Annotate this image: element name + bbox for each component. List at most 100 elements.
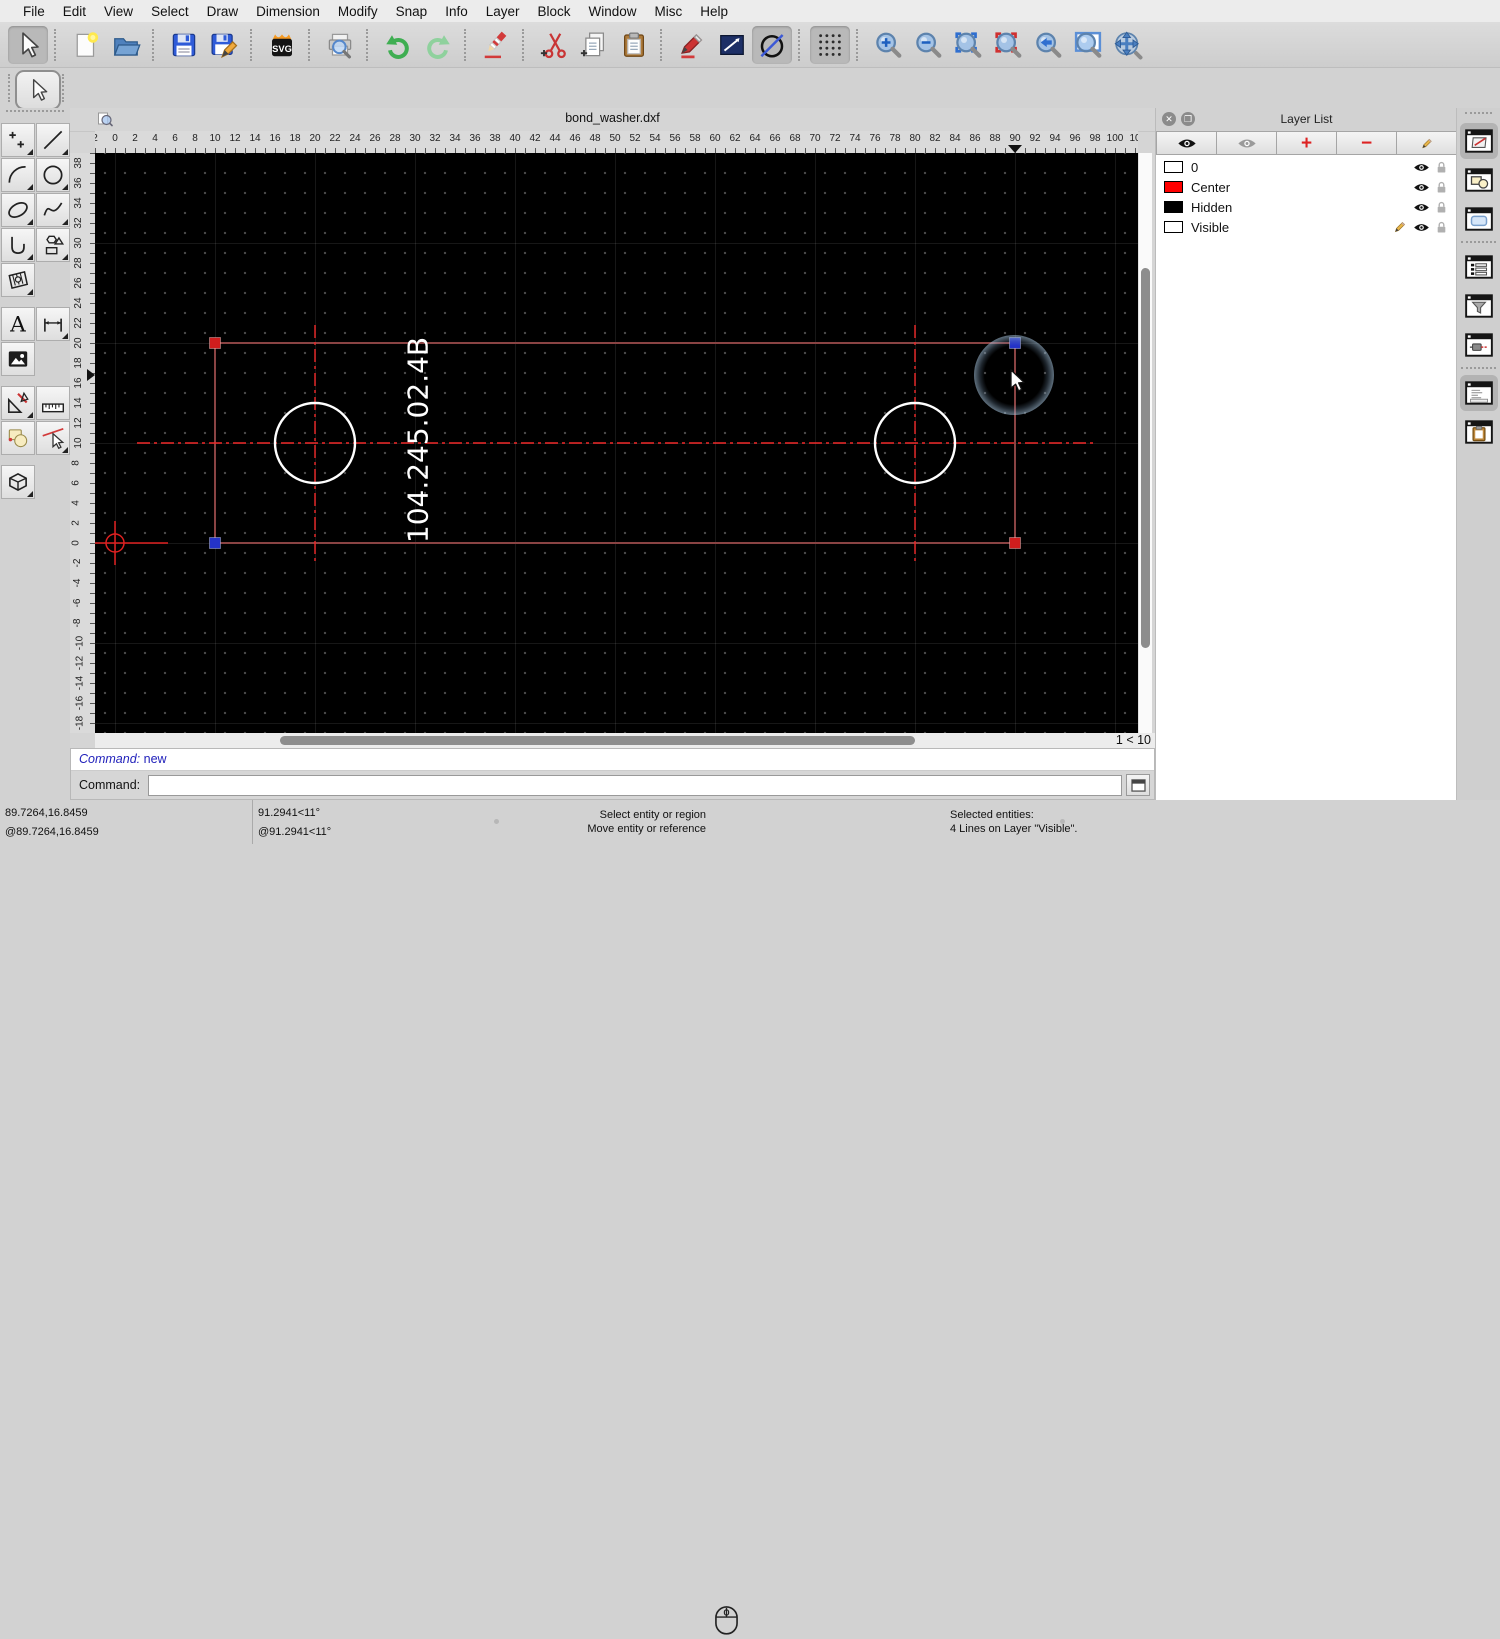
layer-lock-icon[interactable] — [1436, 161, 1447, 174]
dock-layer-list-button[interactable] — [1459, 123, 1498, 159]
remove-layer-button[interactable]: − — [1337, 131, 1397, 155]
menu-layer[interactable]: Layer — [477, 4, 529, 19]
tool-measure-button[interactable] — [35, 385, 70, 420]
dock-library-browser-button[interactable] — [1460, 201, 1498, 237]
new-file-button[interactable] — [66, 26, 106, 64]
undo-button[interactable] — [378, 26, 418, 64]
tool-cube-button[interactable] — [0, 464, 35, 499]
command-options-button[interactable] — [1126, 774, 1150, 796]
circle-attributes-button[interactable] — [752, 25, 792, 64]
layer-lock-icon[interactable] — [1436, 221, 1447, 234]
show-all-eye-button[interactable] — [1156, 131, 1217, 155]
save-button[interactable] — [164, 26, 204, 64]
menu-snap[interactable]: Snap — [387, 4, 437, 19]
dock-clipboard-dock-button[interactable] — [1460, 414, 1498, 450]
menu-file[interactable]: File — [14, 4, 54, 19]
dock-block-list-button[interactable] — [1460, 162, 1498, 198]
selection-handle[interactable] — [209, 337, 221, 349]
layer-visibility-eye-icon[interactable] — [1413, 222, 1430, 233]
selection-handle[interactable] — [209, 537, 221, 549]
zoom-previous-button[interactable] — [1028, 26, 1068, 64]
palette-drag-handle[interactable] — [6, 110, 64, 120]
vertical-scrollbar[interactable] — [1138, 153, 1152, 733]
zoom-out-button[interactable] — [908, 26, 948, 64]
layer-lock-icon[interactable] — [1436, 181, 1447, 194]
menu-block[interactable]: Block — [529, 4, 580, 19]
v-ruler-label: 6 — [70, 480, 82, 486]
zoom-pan-button[interactable] — [1108, 26, 1148, 64]
menu-modify[interactable]: Modify — [329, 4, 387, 19]
tool-polyline-button[interactable] — [0, 227, 35, 262]
dock-drag-handle[interactable] — [1465, 112, 1492, 120]
pen-attributes-button[interactable] — [672, 26, 712, 64]
menu-misc[interactable]: Misc — [646, 4, 692, 19]
menu-edit[interactable]: Edit — [54, 4, 95, 19]
layer-row-center[interactable]: Center — [1156, 177, 1457, 197]
part-number-label[interactable]: 104.245.02.4B — [402, 337, 435, 543]
select-tool-button[interactable] — [15, 70, 61, 110]
v-ruler-label: -8 — [71, 618, 83, 628]
layer-visibility-eye-icon[interactable] — [1413, 182, 1430, 193]
add-layer-button[interactable]: + — [1277, 131, 1337, 155]
tool-shapes-button[interactable] — [35, 227, 70, 262]
tool-ellipse-button[interactable] — [0, 192, 35, 227]
tool-spline-button[interactable] — [35, 192, 70, 227]
layer-row-visible[interactable]: Visible — [1156, 217, 1457, 237]
menu-select[interactable]: Select — [142, 4, 198, 19]
cut-button[interactable] — [534, 26, 574, 64]
menu-window[interactable]: Window — [580, 4, 646, 19]
print-preview-button[interactable] — [320, 26, 360, 64]
command-input[interactable] — [148, 774, 1122, 796]
tool-select-entity-button[interactable] — [35, 420, 70, 455]
tool-dimension-button[interactable] — [35, 306, 70, 341]
menu-help[interactable]: Help — [691, 4, 737, 19]
layer-visibility-eye-icon[interactable] — [1413, 202, 1430, 213]
select-arrow-button[interactable] — [8, 25, 48, 64]
layer-lock-icon[interactable] — [1436, 201, 1447, 214]
layer-visibility-eye-icon[interactable] — [1413, 162, 1430, 173]
tool-line-button[interactable] — [35, 122, 70, 157]
dock-selection-filter-button[interactable] — [1460, 288, 1498, 324]
grid-toggle-button[interactable] — [810, 25, 850, 64]
dock-command-line-button[interactable] — [1459, 375, 1498, 411]
dock-pen-palette-button[interactable] — [1460, 327, 1498, 363]
svg-export-button[interactable]: SVG — [262, 26, 302, 64]
redo-button[interactable] — [418, 26, 458, 64]
zoom-window-button[interactable] — [1068, 26, 1108, 64]
toolbar-drag-handle[interactable] — [62, 74, 66, 102]
zoom-select-button[interactable] — [988, 26, 1028, 64]
horizontal-scrollbar-thumb[interactable] — [280, 736, 915, 745]
tool-arc-button[interactable] — [0, 157, 35, 192]
tool-text-button[interactable]: A — [0, 306, 35, 341]
zoom-auto-button[interactable] — [948, 26, 988, 64]
menu-info[interactable]: Info — [436, 4, 477, 19]
submenu-indicator — [61, 253, 68, 260]
tool-circle-button[interactable] — [35, 157, 70, 192]
layer-row-hidden[interactable]: Hidden — [1156, 197, 1457, 217]
tool-points-button[interactable] — [0, 122, 35, 157]
paste-button[interactable] — [614, 26, 654, 64]
line-attributes-button[interactable] — [712, 26, 752, 64]
toolbar-drag-handle[interactable] — [8, 74, 12, 102]
tool-order-button[interactable] — [0, 420, 35, 455]
copy-button[interactable] — [574, 26, 614, 64]
menu-draw[interactable]: Draw — [198, 4, 248, 19]
drawing-canvas[interactable]: 104.245.02.4B — [95, 153, 1138, 733]
hide-all-eye-button[interactable] — [1217, 131, 1277, 155]
delete-button[interactable] — [476, 26, 516, 64]
menu-dimension[interactable]: Dimension — [247, 4, 329, 19]
open-file-button[interactable] — [106, 26, 146, 64]
zoom-in-button[interactable] — [868, 26, 908, 64]
tool-image-button[interactable] — [0, 341, 35, 376]
edit-layer-button[interactable] — [1397, 131, 1457, 155]
tool-hatch-button[interactable] — [0, 262, 35, 297]
text-icon: A — [9, 312, 26, 336]
horizontal-scrollbar[interactable] — [95, 733, 1105, 748]
tool-modify-button[interactable] — [0, 385, 35, 420]
menu-view[interactable]: View — [95, 4, 142, 19]
dock-entity-list-button[interactable] — [1460, 249, 1498, 285]
selection-handle[interactable] — [1009, 537, 1021, 549]
save-as-button[interactable] — [204, 26, 244, 64]
layer-row-0[interactable]: 0 — [1156, 157, 1457, 177]
vertical-scrollbar-thumb[interactable] — [1141, 268, 1150, 648]
